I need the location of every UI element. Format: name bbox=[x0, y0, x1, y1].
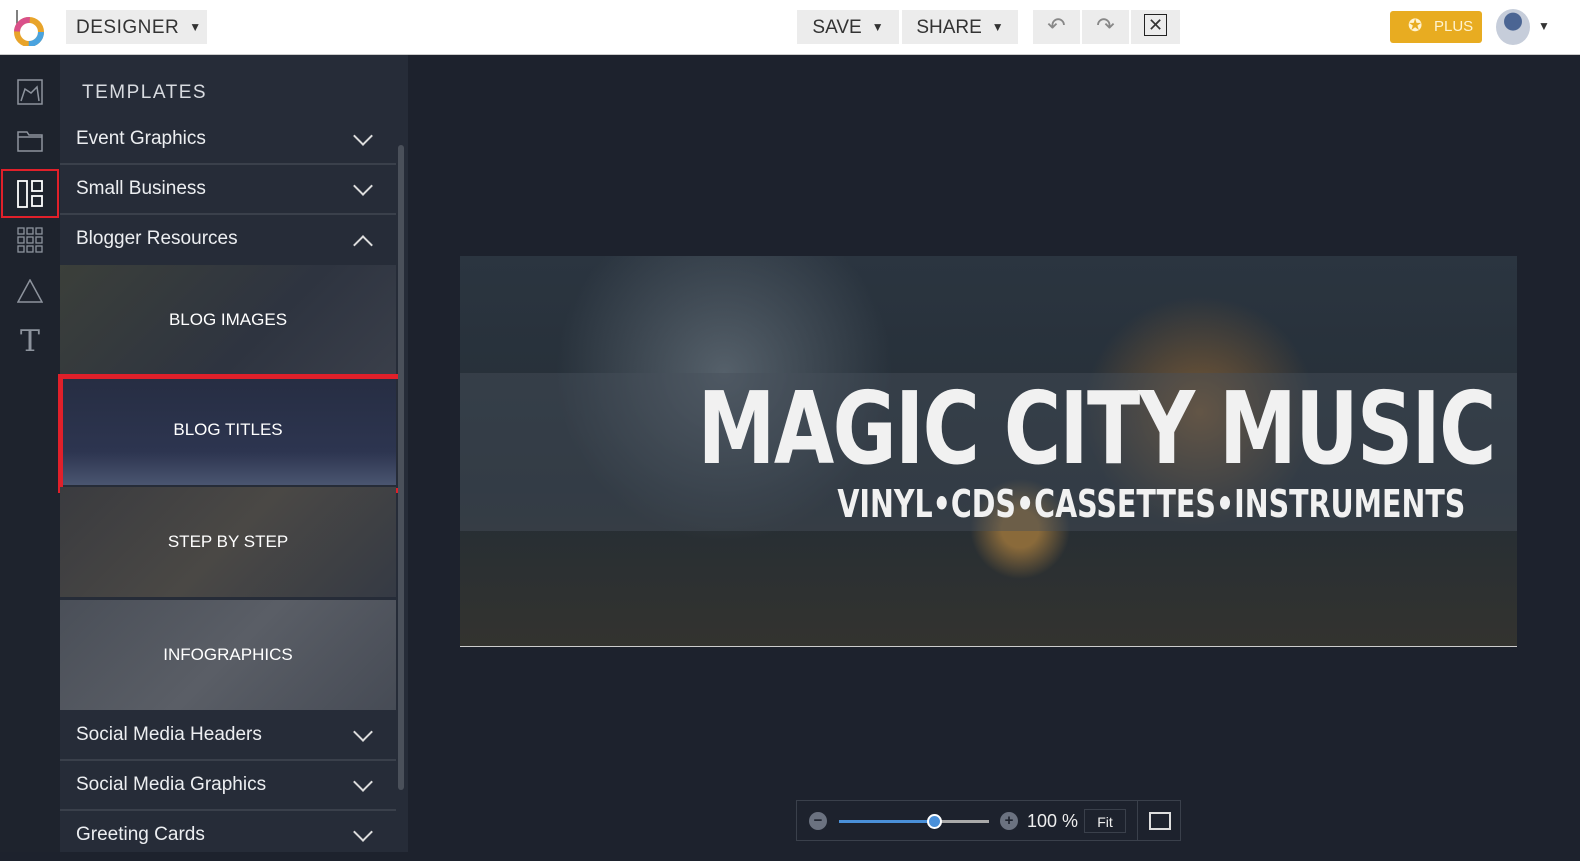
undo-icon: ↶ bbox=[1047, 13, 1066, 38]
close-icon: ✕ bbox=[1143, 14, 1168, 36]
rail-background[interactable] bbox=[6, 70, 54, 114]
caret-down-icon: ▼ bbox=[991, 20, 1004, 34]
section-label: Social Media Graphics bbox=[76, 774, 267, 795]
top-bar: DESIGNER ▼ SAVE ▼ SHARE ▼ ↶ ↷ ✕ ✪ PLUS ▼ bbox=[0, 0, 1580, 55]
chevron-up-icon bbox=[353, 235, 373, 255]
selection-highlight bbox=[58, 374, 404, 493]
section-social-media-headers[interactable]: Social Media Headers bbox=[60, 712, 396, 761]
caret-down-icon: ▼ bbox=[871, 20, 884, 34]
caret-down-icon[interactable]: ▼ bbox=[1538, 19, 1550, 33]
section-social-media-graphics[interactable]: Social Media Graphics bbox=[60, 762, 396, 811]
layout-icon bbox=[17, 179, 43, 208]
section-label: Blogger Resources bbox=[76, 228, 238, 249]
panel-title: TEMPLATES bbox=[82, 82, 208, 103]
tile-label: INFOGRAPHICS bbox=[163, 645, 293, 664]
share-label: SHARE bbox=[916, 17, 982, 38]
tile-step-by-step[interactable]: STEP BY STEP bbox=[60, 487, 396, 597]
tile-label: BLOG IMAGES bbox=[168, 310, 288, 329]
rail-shapes[interactable] bbox=[6, 269, 54, 313]
text-icon: T bbox=[19, 323, 40, 359]
save-button[interactable]: SAVE ▼ bbox=[797, 10, 899, 44]
zoom-slider-handle[interactable] bbox=[927, 814, 942, 829]
design-canvas[interactable]: MAGIC CITY MUSIC VINYL•CDS•CASSETTES•INS… bbox=[460, 256, 1517, 647]
panel-scrollbar[interactable] bbox=[398, 145, 404, 790]
chevron-down-icon bbox=[353, 822, 373, 842]
redo-button[interactable]: ↷ bbox=[1082, 10, 1129, 44]
section-label: Small Business bbox=[76, 178, 206, 199]
section-small-business[interactable]: Small Business bbox=[60, 166, 396, 215]
close-document-button[interactable]: ✕ bbox=[1131, 10, 1180, 44]
zoom-slider[interactable] bbox=[839, 814, 989, 829]
section-blogger-resources[interactable]: Blogger Resources bbox=[60, 216, 396, 265]
tile-infographics[interactable]: INFOGRAPHICS bbox=[60, 600, 396, 710]
rail-templates[interactable] bbox=[1, 169, 59, 218]
tile-blog-images[interactable]: BLOG IMAGES bbox=[60, 265, 396, 375]
avatar[interactable] bbox=[1496, 9, 1530, 45]
templates-panel: TEMPLATES Event Graphics Small Business … bbox=[58, 55, 408, 852]
canvas-subtitle[interactable]: VINYL•CDS•CASSETTES•INSTRUMENTS bbox=[837, 482, 1465, 526]
section-label: Greeting Cards bbox=[76, 824, 205, 845]
caret-down-icon: ▼ bbox=[189, 20, 202, 34]
rail-folder[interactable] bbox=[6, 119, 54, 163]
triangle-icon bbox=[17, 279, 43, 303]
chevron-down-icon bbox=[353, 772, 373, 792]
redo-icon: ↷ bbox=[1096, 13, 1115, 38]
chevron-down-icon bbox=[353, 176, 373, 196]
section-greeting-cards[interactable]: Greeting Cards bbox=[60, 812, 396, 861]
zoom-in-button[interactable]: + bbox=[1000, 812, 1018, 830]
rail-text[interactable]: T bbox=[6, 319, 54, 363]
grid-icon bbox=[17, 227, 43, 253]
badge-icon: ✪ bbox=[1408, 16, 1423, 35]
zoom-controls: − + 100 % Fit bbox=[796, 800, 1181, 841]
plus-button[interactable]: ✪ PLUS bbox=[1390, 11, 1482, 43]
fit-button[interactable]: Fit bbox=[1084, 809, 1126, 833]
undo-button[interactable]: ↶ bbox=[1033, 10, 1080, 44]
share-button[interactable]: SHARE ▼ bbox=[902, 10, 1018, 44]
mode-label: DESIGNER bbox=[76, 17, 180, 38]
rail-grid[interactable] bbox=[6, 218, 54, 262]
section-label: Social Media Headers bbox=[76, 724, 262, 745]
section-event-graphics[interactable]: Event Graphics bbox=[60, 116, 396, 165]
fullscreen-icon[interactable] bbox=[1149, 812, 1171, 830]
chevron-down-icon bbox=[353, 722, 373, 742]
chevron-down-icon bbox=[353, 126, 373, 146]
zoom-out-button[interactable]: − bbox=[809, 812, 827, 830]
app-logo[interactable] bbox=[14, 10, 44, 46]
canvas-title[interactable]: MAGIC CITY MUSIC bbox=[698, 374, 1497, 484]
plus-label: PLUS bbox=[1434, 18, 1474, 35]
tool-rail: T bbox=[0, 55, 60, 852]
image-icon bbox=[17, 79, 43, 105]
mode-dropdown[interactable]: DESIGNER ▼ bbox=[66, 10, 207, 44]
section-label: Event Graphics bbox=[76, 128, 206, 149]
folder-icon bbox=[17, 131, 43, 152]
save-label: SAVE bbox=[812, 17, 862, 38]
tile-label: STEP BY STEP bbox=[167, 532, 289, 551]
zoom-level: 100 % bbox=[1027, 811, 1079, 831]
